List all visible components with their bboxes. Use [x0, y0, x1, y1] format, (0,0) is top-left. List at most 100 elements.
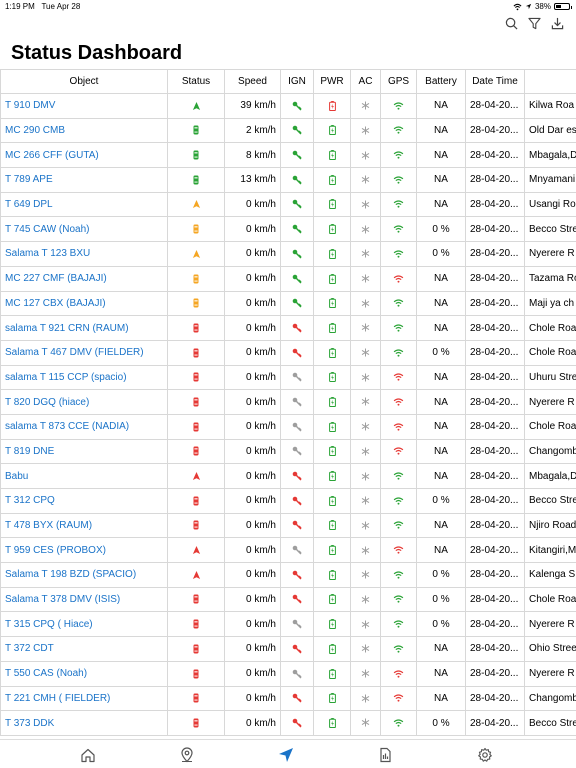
speed-cell: 0 km/h	[224, 241, 281, 267]
object-name-cell[interactable]: T 478 BYX (RAUM)	[0, 512, 168, 539]
object-name-cell[interactable]: MC 127 CBX (BAJAJI)	[0, 290, 168, 317]
filter-icon[interactable]	[528, 17, 541, 30]
location-cell: Kilwa Roa	[524, 93, 576, 119]
object-name-cell[interactable]: T 819 DNE	[0, 438, 168, 465]
vehicle-stopped-icon	[193, 323, 199, 333]
table-row[interactable]: T 649 DPL 0 km/h NA 28-04-20... Usangi Ro	[0, 191, 576, 218]
table-row[interactable]: MC 290 CMB 2 km/h NA 28-04-20... Old Dar es	[0, 117, 576, 144]
object-name-cell[interactable]: Salama T 378 DMV (ISIS)	[0, 586, 168, 613]
object-name-cell[interactable]: MC 290 CMB	[0, 117, 168, 144]
table-row[interactable]: Salama T 198 BZD (SPACIO) 0 km/h 0 % 28-04-…	[0, 562, 576, 588]
location-cell: Chole Roa	[524, 586, 576, 613]
table-row[interactable]: T 550 CAS (Noah) 0 km/h NA 28-04-20... Nyere…	[0, 660, 576, 687]
table-row[interactable]: T 221 CMH ( FIELDER) 0 km/h NA 28-04-20... C…	[0, 685, 576, 712]
object-name-cell[interactable]: T 820 DGQ (hiace)	[0, 389, 168, 415]
table-row[interactable]: MC 266 CFF (GUTA) 8 km/h NA 28-04-20... Mbag…	[0, 142, 576, 169]
table-row[interactable]: MC 127 CBX (BAJAJI) 0 km/h NA 28-04-20... Ma…	[0, 290, 576, 317]
speed-cell: 0 km/h	[224, 389, 281, 415]
vehicle-stopped-icon	[193, 125, 199, 135]
speed-cell: 0 km/h	[224, 660, 281, 687]
ac-cell	[350, 413, 381, 440]
gps-cell	[380, 117, 417, 144]
status-table-container[interactable]: Object Status Speed IGN PWR AC GPS Battery Date …	[0, 69, 576, 739]
table-row[interactable]: MC 227 CMF (BAJAJI) 0 km/h NA 28-04-20... Ta…	[0, 265, 576, 292]
tab-map-pin[interactable]	[179, 747, 195, 763]
speed-cell: 0 km/h	[224, 512, 281, 539]
column-header-ign[interactable]: IGN	[280, 69, 314, 94]
table-row[interactable]: T 315 CPQ ( Hiace) 0 km/h 0 % 28-04-20... Ny…	[0, 611, 576, 638]
ign-cell	[280, 339, 314, 366]
object-name-cell[interactable]: T 789 APE	[0, 167, 168, 193]
object-name-cell[interactable]: T 550 CAS (Noah)	[0, 660, 168, 687]
table-row[interactable]: T 820 DGQ (hiace) 0 km/h NA 28-04-20... Nyer…	[0, 389, 576, 415]
object-name-cell[interactable]: salama T 115 CCP (spacio)	[0, 364, 168, 391]
table-row[interactable]: T 372 CDT 0 km/h NA 28-04-20... Ohio Stree	[0, 636, 576, 662]
table-row[interactable]: Babu 0 km/h NA 28-04-20... Mbagala,D	[0, 463, 576, 489]
table-row[interactable]: salama T 115 CCP (spacio) 0 km/h NA 28-04-2…	[0, 364, 576, 391]
object-name-cell[interactable]: MC 266 CFF (GUTA)	[0, 142, 168, 169]
status-cell	[167, 438, 225, 465]
navigation-arrow-icon	[279, 748, 293, 762]
object-name-cell[interactable]: T 649 DPL	[0, 191, 168, 218]
column-header-gps[interactable]: GPS	[380, 69, 417, 94]
location-cell: Njiro Road	[524, 512, 576, 539]
table-row[interactable]: Salama T 378 DMV (ISIS) 0 km/h 0 % 28-04-20…	[0, 586, 576, 613]
object-name-cell[interactable]: salama T 921 CRN (RAUM)	[0, 315, 168, 341]
object-name-cell[interactable]: T 959 CES (PROBOX)	[0, 537, 168, 564]
column-header-status[interactable]: Status	[167, 69, 225, 94]
table-row[interactable]: salama T 921 CRN (RAUM) 0 km/h NA 28-04-20.…	[0, 315, 576, 341]
column-header-pwr[interactable]: PWR	[313, 69, 351, 94]
table-row[interactable]: T 478 BYX (RAUM) 0 km/h NA 28-04-20... Njiro…	[0, 512, 576, 539]
object-name-cell[interactable]: T 910 DMV	[0, 93, 168, 119]
download-icon[interactable]	[551, 17, 564, 30]
object-name-cell[interactable]: T 312 CPQ	[0, 488, 168, 514]
object-name-cell[interactable]: T 373 DDK	[0, 710, 168, 736]
table-row[interactable]: T 819 DNE 0 km/h NA 28-04-20... Changomb	[0, 438, 576, 465]
ac-cell	[350, 265, 381, 292]
map-pin-icon	[181, 747, 193, 763]
object-name-cell[interactable]: Salama T 123 BXU	[0, 241, 168, 267]
table-row[interactable]: T 959 CES (PROBOX) 0 km/h NA 28-04-20... Kit…	[0, 537, 576, 564]
search-icon[interactable]	[505, 17, 518, 30]
gps-cell	[380, 562, 417, 588]
table-row[interactable]: T 789 APE 13 km/h NA 28-04-20... Mnyamani	[0, 167, 576, 193]
table-row[interactable]: Salama T 123 BXU 0 km/h 0 % 28-04-20... Nyer…	[0, 241, 576, 267]
battery-icon	[554, 3, 572, 10]
vehicle-moving-icon	[192, 200, 200, 209]
ignition-key-icon	[292, 298, 302, 308]
table-row[interactable]: T 373 DDK 0 km/h 0 % 28-04-20... Becco Stre	[0, 710, 576, 736]
location-cell: Becco Stre	[524, 488, 576, 514]
object-name-cell[interactable]: Salama T 198 BZD (SPACIO)	[0, 562, 168, 588]
object-name-cell[interactable]: T 372 CDT	[0, 636, 168, 662]
column-header-location[interactable]	[524, 69, 576, 94]
table-row[interactable]: T 312 CPQ 0 km/h 0 % 28-04-20... Becco Stre	[0, 488, 576, 514]
tab-home[interactable]	[80, 747, 96, 763]
status-cell	[167, 315, 225, 341]
object-name-cell[interactable]: T 745 CAW (Noah)	[0, 216, 168, 243]
column-header-datetime[interactable]: Date Time	[465, 69, 525, 94]
datetime-cell: 28-04-20...	[465, 93, 525, 119]
gps-cell	[380, 364, 417, 391]
table-row[interactable]: salama T 873 CCE (NADIA) 0 km/h NA 28-04-20…	[0, 413, 576, 440]
power-battery-icon	[328, 594, 336, 605]
tab-navigation-arrow[interactable]	[278, 747, 294, 763]
column-header-ac[interactable]: AC	[350, 69, 381, 94]
object-name-cell[interactable]: MC 227 CMF (BAJAJI)	[0, 265, 168, 292]
column-header-object[interactable]: Object	[0, 69, 168, 94]
object-name-cell[interactable]: salama T 873 CCE (NADIA)	[0, 413, 168, 440]
table-row[interactable]: T 910 DMV 39 km/h NA 28-04-20... Kilwa Roa	[0, 93, 576, 119]
column-header-battery[interactable]: Battery	[416, 69, 466, 94]
battery-cell: NA	[416, 660, 466, 687]
gps-cell	[380, 167, 417, 193]
object-name-cell[interactable]: T 315 CPQ ( Hiace)	[0, 611, 168, 638]
ac-cell	[350, 93, 381, 119]
column-header-speed[interactable]: Speed	[224, 69, 281, 94]
table-row[interactable]: Salama T 467 DMV (FIELDER) 0 km/h 0 % 28-04…	[0, 339, 576, 366]
tab-report[interactable]	[377, 747, 393, 763]
vehicle-stopped-icon	[193, 348, 199, 358]
object-name-cell[interactable]: T 221 CMH ( FIELDER)	[0, 685, 168, 712]
table-row[interactable]: T 745 CAW (Noah) 0 km/h 0 % 28-04-20... Becc…	[0, 216, 576, 243]
object-name-cell[interactable]: Babu	[0, 463, 168, 489]
object-name-cell[interactable]: Salama T 467 DMV (FIELDER)	[0, 339, 168, 366]
tab-gear[interactable]	[477, 747, 493, 763]
